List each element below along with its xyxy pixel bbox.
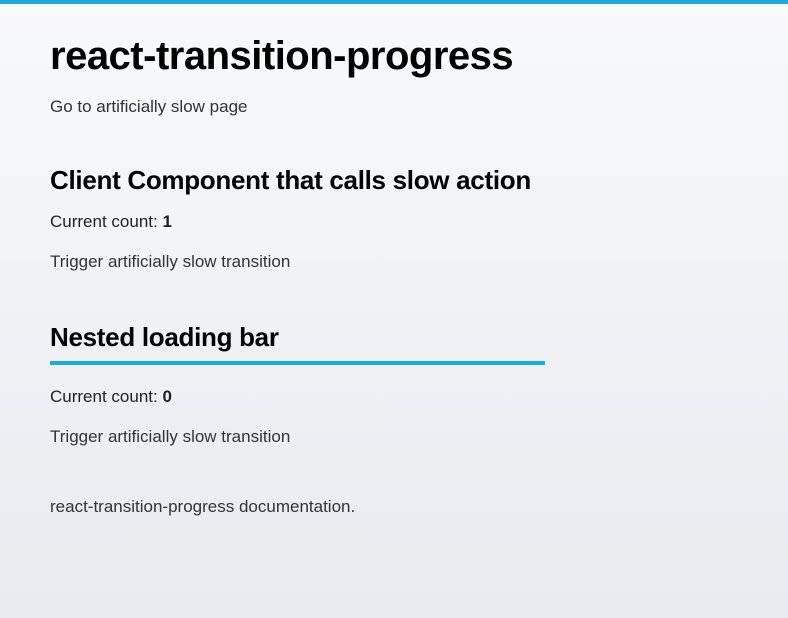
nested-progress-bar xyxy=(50,361,545,365)
client-component-section: Client Component that calls slow action … xyxy=(50,165,738,272)
nested-heading: Nested loading bar xyxy=(50,322,738,353)
documentation-link[interactable]: react-transition-progress documentation. xyxy=(50,497,738,517)
client-count-label: Current count: xyxy=(50,212,162,231)
slow-page-link[interactable]: Go to artificially slow page xyxy=(50,97,738,117)
nested-count-line: Current count: 0 xyxy=(50,387,738,407)
client-trigger-button[interactable]: Trigger artificially slow transition xyxy=(50,252,738,272)
main-container: react-transition-progress Go to artifici… xyxy=(0,4,788,547)
client-component-heading: Client Component that calls slow action xyxy=(50,165,738,196)
nested-section: Nested loading bar Current count: 0 Trig… xyxy=(50,322,738,447)
client-count-line: Current count: 1 xyxy=(50,212,738,232)
nested-trigger-button[interactable]: Trigger artificially slow transition xyxy=(50,427,738,447)
nested-count-label: Current count: xyxy=(50,387,162,406)
client-count-value: 1 xyxy=(162,212,171,231)
nested-count-value: 0 xyxy=(162,387,171,406)
page-title: react-transition-progress xyxy=(50,34,738,79)
